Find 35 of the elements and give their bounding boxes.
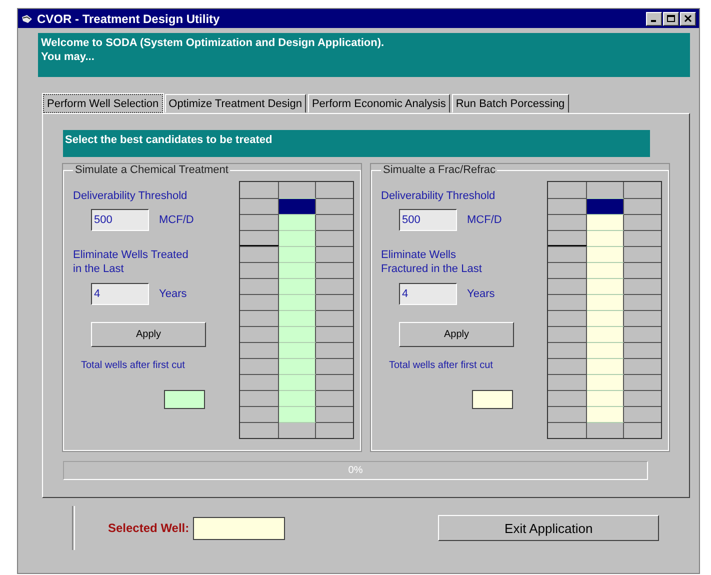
- welcome-banner: Welcome to SODA (System Optimization and Design Application). You may...: [38, 33, 690, 77]
- group-title: Simualte a Frac/Refrac: [382, 164, 496, 176]
- years-field[interactable]: 4: [91, 283, 149, 305]
- total-label: Total wells after first cut: [81, 360, 186, 371]
- selected-well-field[interactable]: [193, 516, 286, 540]
- exit-button[interactable]: Exit Application: [438, 515, 660, 541]
- minimize-button[interactable]: [646, 12, 662, 26]
- progress-reading: 0%: [348, 465, 363, 476]
- app-icon: [21, 14, 33, 24]
- unit-label: Years: [159, 288, 187, 300]
- field-label: Eliminate Wells Treated in the Last: [73, 248, 190, 276]
- unit-label: MCF/D: [467, 214, 502, 226]
- field-label: Deliverability Threshold: [73, 190, 188, 202]
- unit-label: Years: [467, 288, 495, 300]
- maximize-button[interactable]: [663, 12, 679, 26]
- apply-button[interactable]: Apply: [91, 322, 206, 347]
- unit-label: MCF/D: [159, 214, 194, 226]
- maximize-icon: [666, 14, 676, 23]
- tab[interactable]: Perform Well Selection: [43, 94, 163, 113]
- apply-button[interactable]: Apply: [399, 322, 514, 347]
- tab[interactable]: Perform Economic Analysis: [308, 94, 450, 113]
- section-heading: Select the best candidates to be treated: [63, 130, 650, 157]
- threshold-field[interactable]: 500: [399, 209, 457, 231]
- window-title: CVOR - Treatment Design Utility: [37, 12, 221, 26]
- years-field[interactable]: 4: [399, 283, 457, 305]
- selected-well-label: Selected Well:: [108, 521, 190, 535]
- close-button[interactable]: [680, 12, 696, 26]
- tab[interactable]: Optimize Treatment Design: [164, 94, 306, 113]
- group-title: Simulate a Chemical Treatment: [74, 164, 230, 176]
- tab[interactable]: Run Batch Porcessing: [452, 94, 569, 113]
- field-label: Eliminate Wells Fractured in the Last: [381, 248, 483, 276]
- total-label: Total wells after first cut: [389, 360, 494, 371]
- threshold-field[interactable]: 500: [91, 209, 149, 231]
- close-icon: [683, 14, 693, 23]
- field-label: Deliverability Threshold: [381, 190, 496, 202]
